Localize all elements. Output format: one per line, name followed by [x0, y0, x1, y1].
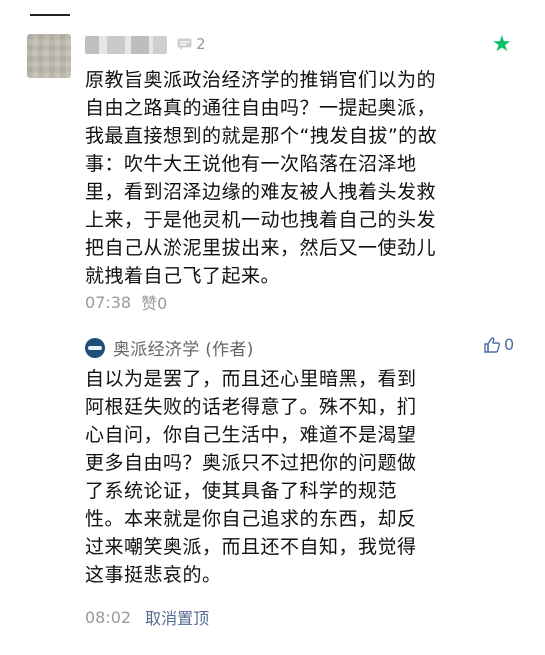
reply-count-value: 2	[196, 35, 206, 53]
unpin-button[interactable]: 取消置顶	[145, 605, 209, 629]
reply-like-count: 0	[504, 335, 515, 354]
comment-time: 07:38	[85, 292, 132, 312]
top-divider	[30, 14, 70, 16]
comment-text: 原教旨奥派政治经济学的推销官们以为的 自由之路真的通往自由吗？一提起奥派， 我最…	[85, 69, 438, 287]
reply-count[interactable]: 2	[177, 35, 206, 53]
thumbs-up-icon	[484, 336, 501, 353]
star-icon[interactable]: ★	[492, 34, 512, 56]
comment-meta: 07:38 赞0	[85, 290, 167, 314]
author-row: 奥派经济学 (作者)	[85, 335, 254, 360]
blurred-username[interactable]	[85, 36, 167, 54]
author-logo[interactable]	[85, 337, 105, 358]
author-name[interactable]: 奥派经济学 (作者)	[113, 335, 254, 360]
reply-meta: 08:02 取消置顶	[85, 605, 209, 629]
comment-like-button[interactable]: 赞0	[141, 290, 167, 314]
comment-bubble-icon	[177, 38, 192, 50]
avatar[interactable]	[27, 34, 71, 78]
reply-time: 08:02	[85, 607, 132, 627]
reply-like-button[interactable]: 0	[483, 335, 514, 354]
reply-text: 自以为是罢了，而且还心里暗黑，看到 阿根廷失败的话老得意了。殊不知，扪 心自问，…	[85, 368, 417, 586]
